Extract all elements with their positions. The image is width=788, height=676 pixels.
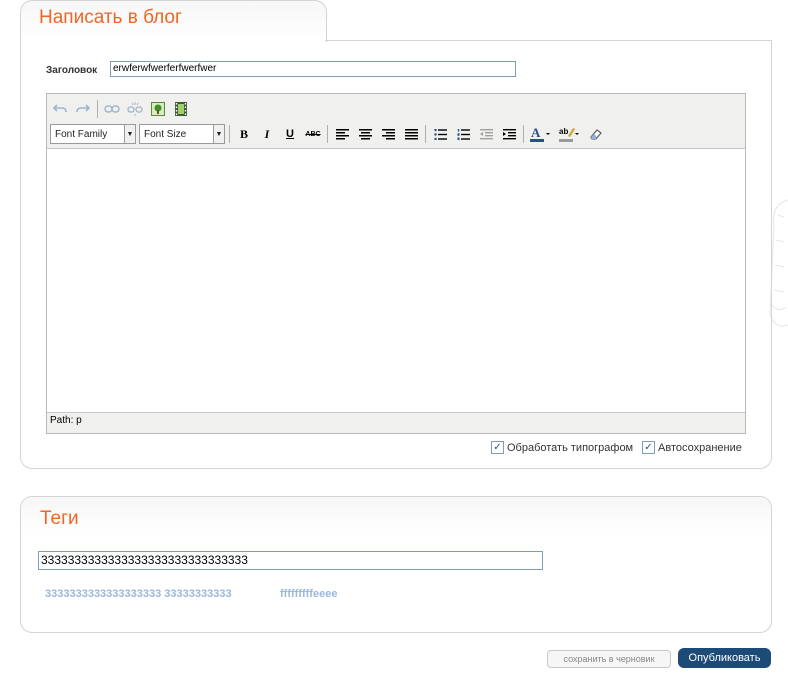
text-color-icon[interactable]: A (528, 124, 554, 144)
tags-title: Теги (40, 508, 79, 529)
editor-path: Path: p (50, 415, 82, 426)
autosave-label: Автосохранение (658, 441, 742, 454)
write-blog-title: Написать в блог (39, 7, 182, 28)
font-size-label: Font Size (144, 128, 187, 140)
bullet-list-icon[interactable] (430, 124, 450, 144)
font-family-select[interactable]: Font Family ▼ (50, 124, 136, 144)
font-size-select[interactable]: Font Size ▼ (139, 124, 225, 144)
unlink-icon[interactable] (125, 99, 145, 119)
checkmark-icon: ✓ (642, 441, 655, 454)
bold-button[interactable]: B (234, 124, 254, 144)
svg-text:ab: ab (559, 127, 568, 136)
post-title-input[interactable]: erwferwfwerferfwerfwer (110, 61, 516, 77)
chevron-down-icon: ▼ (124, 125, 135, 143)
align-justify-icon[interactable] (401, 124, 421, 144)
tag-suggestion[interactable]: fffffffffeeee (280, 588, 337, 600)
italic-button[interactable]: I (257, 124, 277, 144)
indent-icon[interactable] (499, 124, 519, 144)
undo-icon[interactable] (50, 99, 70, 119)
align-right-icon[interactable] (378, 124, 398, 144)
tags-input[interactable]: 3333333333333333333333333333333 (38, 551, 543, 570)
toolbar-separator (327, 125, 328, 143)
editor-content-area[interactable] (47, 148, 745, 413)
toolbar-row-2: Font Family ▼ Font Size ▼ B I U ABC A ab (50, 123, 609, 145)
outdent-icon[interactable] (476, 124, 496, 144)
redo-icon[interactable] (73, 99, 93, 119)
highlight-color-icon[interactable]: ab (557, 124, 583, 144)
typograph-label: Обработать типографом (507, 441, 634, 454)
toolbar-separator (97, 100, 98, 118)
post-title-label: Заголовок (46, 65, 98, 76)
chevron-down-icon: ▼ (213, 125, 224, 143)
toolbar-separator (229, 125, 230, 143)
toolbar-row-1 (50, 98, 194, 120)
tab-joint (21, 38, 324, 42)
toolbar-separator (523, 125, 524, 143)
svg-text:A: A (531, 126, 541, 140)
autosave-checkbox[interactable]: ✓ Автосохранение (642, 441, 742, 454)
align-left-icon[interactable] (332, 124, 352, 144)
link-icon[interactable] (102, 99, 122, 119)
publish-button[interactable]: Опубликовать (678, 648, 771, 668)
checkmark-icon: ✓ (491, 441, 504, 454)
align-center-icon[interactable] (355, 124, 375, 144)
tags-panel-header (21, 497, 771, 537)
toolbar-separator (425, 125, 426, 143)
panel-border (325, 40, 771, 41)
rich-text-editor: Font Family ▼ Font Size ▼ B I U ABC A ab… (46, 93, 746, 434)
numbered-list-icon[interactable] (453, 124, 473, 144)
font-family-label: Font Family (55, 128, 108, 140)
clear-format-icon[interactable] (586, 124, 606, 144)
insert-image-icon[interactable] (148, 99, 168, 119)
underline-button[interactable]: U (280, 124, 300, 144)
typograph-checkbox[interactable]: ✓ Обработать типографом (491, 441, 633, 454)
tag-suggestion[interactable]: 3333333333333333333 33333333333 (45, 588, 232, 600)
strikethrough-button[interactable]: ABC (303, 124, 323, 144)
insert-video-icon[interactable] (171, 99, 191, 119)
save-draft-button[interactable]: сохранить в черновик (547, 650, 671, 668)
